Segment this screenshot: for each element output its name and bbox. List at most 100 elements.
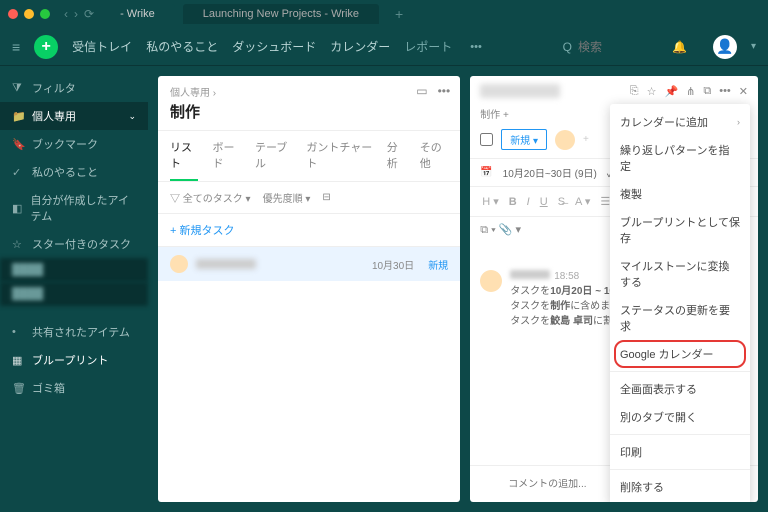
filter-tasks[interactable]: ▽ 全てのタスク ▾ — [170, 190, 251, 205]
sidebar-hidden-2: ████ — [0, 282, 148, 306]
sidebar-bookmark[interactable]: 🔖ブックマーク — [0, 130, 148, 158]
search-icon: Q — [563, 40, 572, 54]
sidebar-blueprint[interactable]: ▦ブループリント — [0, 346, 148, 374]
browser-tab-2[interactable]: Launching New Projects - Wrike — [183, 4, 379, 24]
menu-delete[interactable]: 削除する — [610, 473, 750, 501]
menu-add-calendar[interactable]: カレンダーに追加› — [610, 108, 750, 136]
menu-print[interactable]: 印刷 — [610, 438, 750, 466]
minimize-window[interactable] — [24, 9, 34, 19]
tab-analytics[interactable]: 分析 — [387, 131, 406, 181]
bookmark-icon: 🔖 — [12, 138, 24, 151]
blueprint-icon: ▦ — [12, 354, 24, 367]
commenter-avatar — [480, 270, 502, 292]
sort-priority[interactable]: 優先度順 ▾ — [263, 190, 311, 205]
new-task-button[interactable]: + 新規タスク — [158, 214, 460, 247]
sidebar-trash[interactable]: 🗑ゴミ箱 — [0, 374, 148, 402]
traffic-lights — [8, 9, 50, 19]
forward-icon[interactable]: › — [74, 7, 78, 21]
search-input[interactable] — [578, 40, 658, 54]
detail-breadcrumb[interactable]: 制作 + — [480, 106, 509, 121]
menu-duplicate[interactable]: 複製 — [610, 180, 750, 208]
nav-dashboard[interactable]: ダッシュボード — [232, 38, 316, 55]
task-name — [196, 259, 256, 269]
menu-google-calendar[interactable]: Google カレンダー — [610, 340, 750, 368]
assignee-avatar — [170, 255, 188, 273]
sidebar-mycreated[interactable]: ◧自分が作成したアイテム — [0, 186, 148, 230]
add-button[interactable]: + — [34, 35, 58, 59]
nav-calendar[interactable]: カレンダー — [330, 38, 390, 55]
underline-icon[interactable]: U — [538, 194, 550, 210]
comment-time: 18:58 — [554, 271, 579, 282]
refresh-icon[interactable]: ⟳ — [84, 7, 94, 21]
date-range[interactable]: 10月20日~30日 (9日) — [503, 165, 597, 180]
close-icon[interactable]: ✕ — [739, 85, 748, 98]
task-row[interactable]: 10月30日 新規 — [158, 247, 460, 281]
my-avatar — [480, 474, 500, 494]
sidebar-filter[interactable]: ⧩フィルタ — [0, 74, 148, 102]
menu-request-status[interactable]: ステータスの更新を要求 — [610, 296, 750, 340]
context-menu: カレンダーに追加› 繰り返しパターンを指定 複製 ブループリントとして保存 マイ… — [610, 104, 750, 502]
tab-gantt[interactable]: ガントチャート — [306, 131, 372, 181]
color-icon[interactable]: A ▾ — [573, 193, 592, 210]
strike-icon[interactable]: S̶ — [556, 194, 567, 210]
attach-icon[interactable]: 📎 ▾ — [499, 224, 521, 236]
menu-to-milestone[interactable]: マイルストーンに変換する — [610, 252, 750, 296]
menu-icon[interactable]: ≡ — [12, 39, 20, 55]
sidebar-shared[interactable]: •共有されたアイテム — [0, 318, 148, 346]
sidebar-personal[interactable]: 📁個人専用⌄ — [0, 102, 148, 130]
task-list-panel: ▭ ••• 個人専用 › 制作 リスト ボード テーブル ガントチャート 分析 … — [158, 76, 460, 502]
tab-list[interactable]: リスト — [170, 131, 198, 181]
link-icon[interactable]: ⧉ — [703, 85, 711, 98]
tab-other[interactable]: その他 — [420, 131, 448, 181]
star-outline-icon[interactable]: ☆ — [647, 85, 657, 98]
more-icon[interactable]: ••• — [438, 84, 451, 98]
search-box[interactable]: Q — [563, 40, 658, 54]
titlebar: ‹ › ⟳ - Wrike Launching New Projects - W… — [0, 0, 768, 28]
heading-icon[interactable]: H ▾ — [480, 193, 501, 210]
attach-link-icon[interactable]: ⧉ ▾ — [480, 224, 496, 236]
menu-fullscreen[interactable]: 全画面表示する — [610, 375, 750, 403]
assignee-avatar-detail[interactable] — [555, 130, 575, 150]
panel-header-icons: ▭ ••• — [416, 84, 450, 98]
task-title[interactable] — [480, 84, 560, 98]
nav-inbox[interactable]: 受信トレイ — [72, 38, 132, 55]
maximize-window[interactable] — [40, 9, 50, 19]
add-assignee[interactable]: + — [583, 134, 589, 145]
task-due-date: 10月30日 — [372, 257, 414, 272]
status-dropdown[interactable]: 新規 ▾ — [501, 129, 547, 150]
user-avatar[interactable]: 👤 — [713, 35, 737, 59]
close-window[interactable] — [8, 9, 18, 19]
rss-icon[interactable]: ⋔ — [686, 85, 695, 98]
add-tab[interactable]: + — [387, 6, 411, 22]
dot-icon: • — [12, 326, 24, 338]
avatar-chevron-icon[interactable]: ▾ — [751, 41, 756, 52]
nav-more-icon[interactable]: ••• — [470, 41, 482, 53]
commenter-name — [510, 270, 550, 279]
browser-tab-1[interactable]: - Wrike — [100, 4, 175, 24]
nav-report[interactable]: レポート — [404, 38, 452, 55]
more-menu-icon[interactable]: ••• — [719, 85, 731, 98]
sidebar-hidden-1: ████ — [0, 258, 148, 282]
sidebar-mytodo[interactable]: ✓私のやること — [0, 158, 148, 186]
expand-icon[interactable]: ⊟ — [322, 192, 330, 203]
folder-title: 制作 — [170, 101, 448, 122]
italic-icon[interactable]: I — [525, 194, 532, 210]
calendar-toggle-icon[interactable]: ▭ — [416, 84, 427, 98]
menu-save-blueprint[interactable]: ブループリントとして保存 — [610, 208, 750, 252]
pin-icon[interactable]: 📌 — [664, 85, 678, 98]
complete-checkbox[interactable] — [480, 133, 493, 146]
tab-board[interactable]: ボード — [212, 131, 240, 181]
menu-open-tab[interactable]: 別のタブで開く — [610, 403, 750, 431]
sidebar-starred[interactable]: ☆スター付きのタスク — [0, 230, 148, 258]
clip-icon[interactable]: ⎘ — [630, 85, 639, 98]
bell-icon[interactable]: 🔔 — [672, 40, 687, 54]
chevron-down-icon: ⌄ — [128, 111, 136, 122]
breadcrumb[interactable]: 個人専用 › — [170, 84, 448, 99]
menu-repeat[interactable]: 繰り返しパターンを指定 — [610, 136, 750, 180]
tab-table[interactable]: テーブル — [255, 131, 292, 181]
task-status: 新規 — [428, 257, 448, 272]
bold-icon[interactable]: B — [507, 194, 519, 210]
star-icon: ☆ — [12, 238, 24, 251]
nav-mytodo[interactable]: 私のやること — [146, 38, 218, 55]
back-icon[interactable]: ‹ — [64, 7, 68, 21]
